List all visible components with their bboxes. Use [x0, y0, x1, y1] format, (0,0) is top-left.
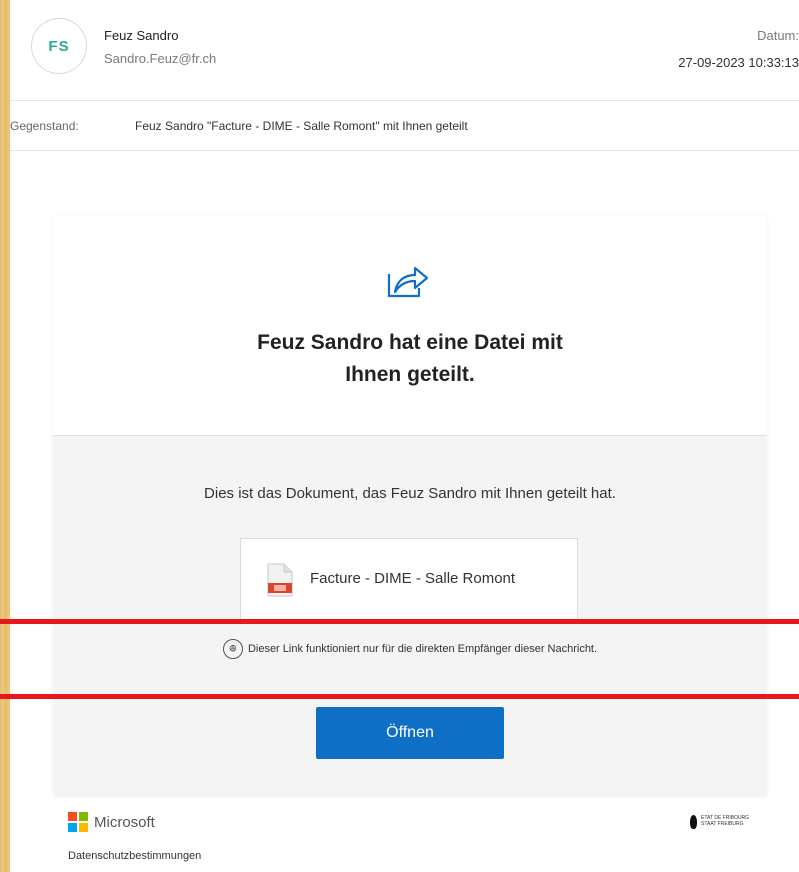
share-card: Feuz Sandro hat eine Datei mit Ihnen get… — [53, 215, 767, 797]
date-label: Datum: — [757, 28, 799, 43]
file-name: Facture - DIME - Salle Romont — [310, 570, 516, 587]
email-header: FS Feuz Sandro Sandro.Feuz@fr.ch Datum: … — [10, 0, 799, 100]
subject-row: Gegenstand: Feuz Sandro "Facture - DIME … — [10, 100, 799, 150]
fribourg-logo: ETAT DE FRIBOURG STAAT FREIBURG — [690, 815, 749, 829]
document-description: Dies ist das Dokument, das Feuz Sandro m… — [204, 485, 616, 502]
privacy-link[interactable]: Datenschutzbestimmungen — [68, 850, 201, 862]
file-link[interactable]: Facture - DIME - Salle Romont — [240, 538, 578, 622]
recipient-note: ꔮ Dieser Link funktioniert nur für die d… — [53, 629, 767, 669]
fribourg-mark-icon — [690, 815, 697, 829]
open-button[interactable]: Öffnen — [316, 707, 504, 759]
email-frame: FS Feuz Sandro Sandro.Feuz@fr.ch Datum: … — [10, 0, 799, 872]
recipient-note-text: Dieser Link funktioniert nur für die dir… — [247, 643, 598, 655]
highlight-line-bottom — [0, 694, 799, 699]
subject-text: Feuz Sandro "Facture - DIME - Salle Romo… — [135, 119, 468, 133]
sender-email[interactable]: Sandro.Feuz@fr.ch — [104, 51, 216, 66]
highlight-line-top — [0, 619, 799, 624]
subject-label: Gegenstand: — [10, 119, 79, 133]
fribourg-logo-text: ETAT DE FRIBOURG STAAT FREIBURG — [701, 815, 750, 827]
sender-name: Feuz Sandro — [104, 28, 179, 43]
card-header: Feuz Sandro hat eine Datei mit Ihnen get… — [53, 215, 767, 436]
microsoft-logo: Microsoft — [68, 812, 155, 832]
card-title-line2: Ihnen geteilt. — [345, 363, 475, 386]
share-arrow-icon — [387, 266, 429, 298]
divider — [10, 150, 799, 151]
microsoft-grid-icon — [68, 812, 88, 832]
people-icon: ꔮ — [222, 639, 243, 659]
pdf-file-icon — [267, 563, 293, 597]
card-title-line1: Feuz Sandro hat eine Datei mit — [257, 331, 563, 354]
card-title: Feuz Sandro hat eine Datei mit Ihnen get… — [53, 327, 767, 391]
date-value: 27-09-2023 10:33:13 — [678, 55, 799, 70]
avatar: FS — [31, 18, 87, 74]
microsoft-wordmark: Microsoft — [94, 813, 155, 831]
